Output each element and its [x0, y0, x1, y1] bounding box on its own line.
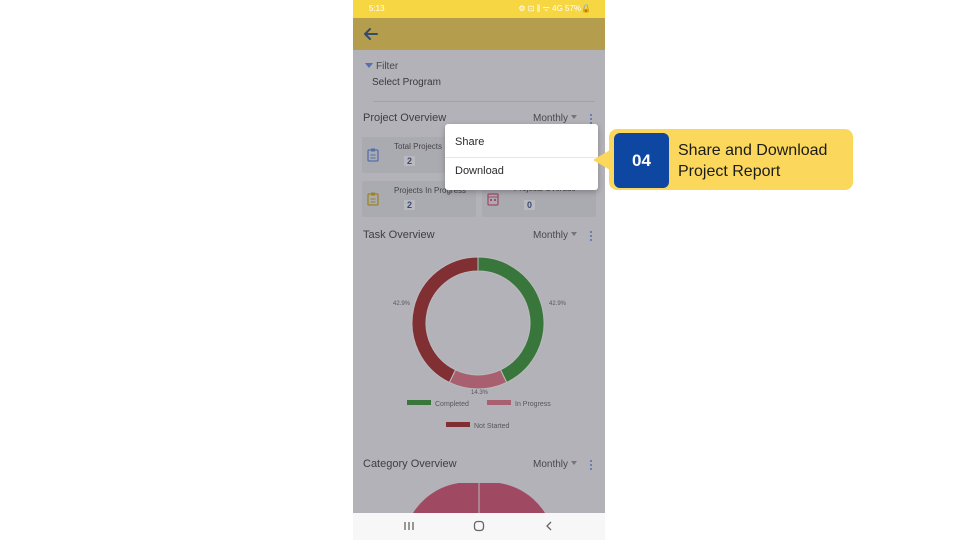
step-number-badge: 04 — [614, 133, 669, 188]
tutorial-slide: 5:13 ⚙ ⊡ ⫼ ᯤ 4G 57%🔒 Filter Select Progr… — [0, 0, 960, 540]
phone-screen: 5:13 ⚙ ⊡ ⫼ ᯤ 4G 57%🔒 Filter Select Progr… — [353, 0, 605, 540]
status-icons: ⚙ ⊡ ⫼ ᯤ 4G 57%🔒 — [518, 4, 591, 13]
menu-item-download[interactable]: Download — [445, 157, 598, 185]
home-icon[interactable] — [472, 519, 486, 533]
share-download-menu: Share Download — [445, 124, 598, 190]
modal-scrim — [353, 18, 605, 513]
callout-text: Share and Download Project Report — [678, 142, 828, 180]
back-chevron-icon[interactable] — [543, 519, 555, 533]
status-bar: 5:13 ⚙ ⊡ ⫼ ᯤ 4G 57%🔒 — [353, 0, 605, 18]
callout-pointer — [593, 150, 610, 170]
menu-item-share[interactable]: Share — [445, 128, 598, 156]
recent-apps-icon[interactable] — [403, 519, 415, 533]
android-nav-bar — [353, 513, 605, 540]
status-time: 5:13 — [369, 4, 385, 13]
